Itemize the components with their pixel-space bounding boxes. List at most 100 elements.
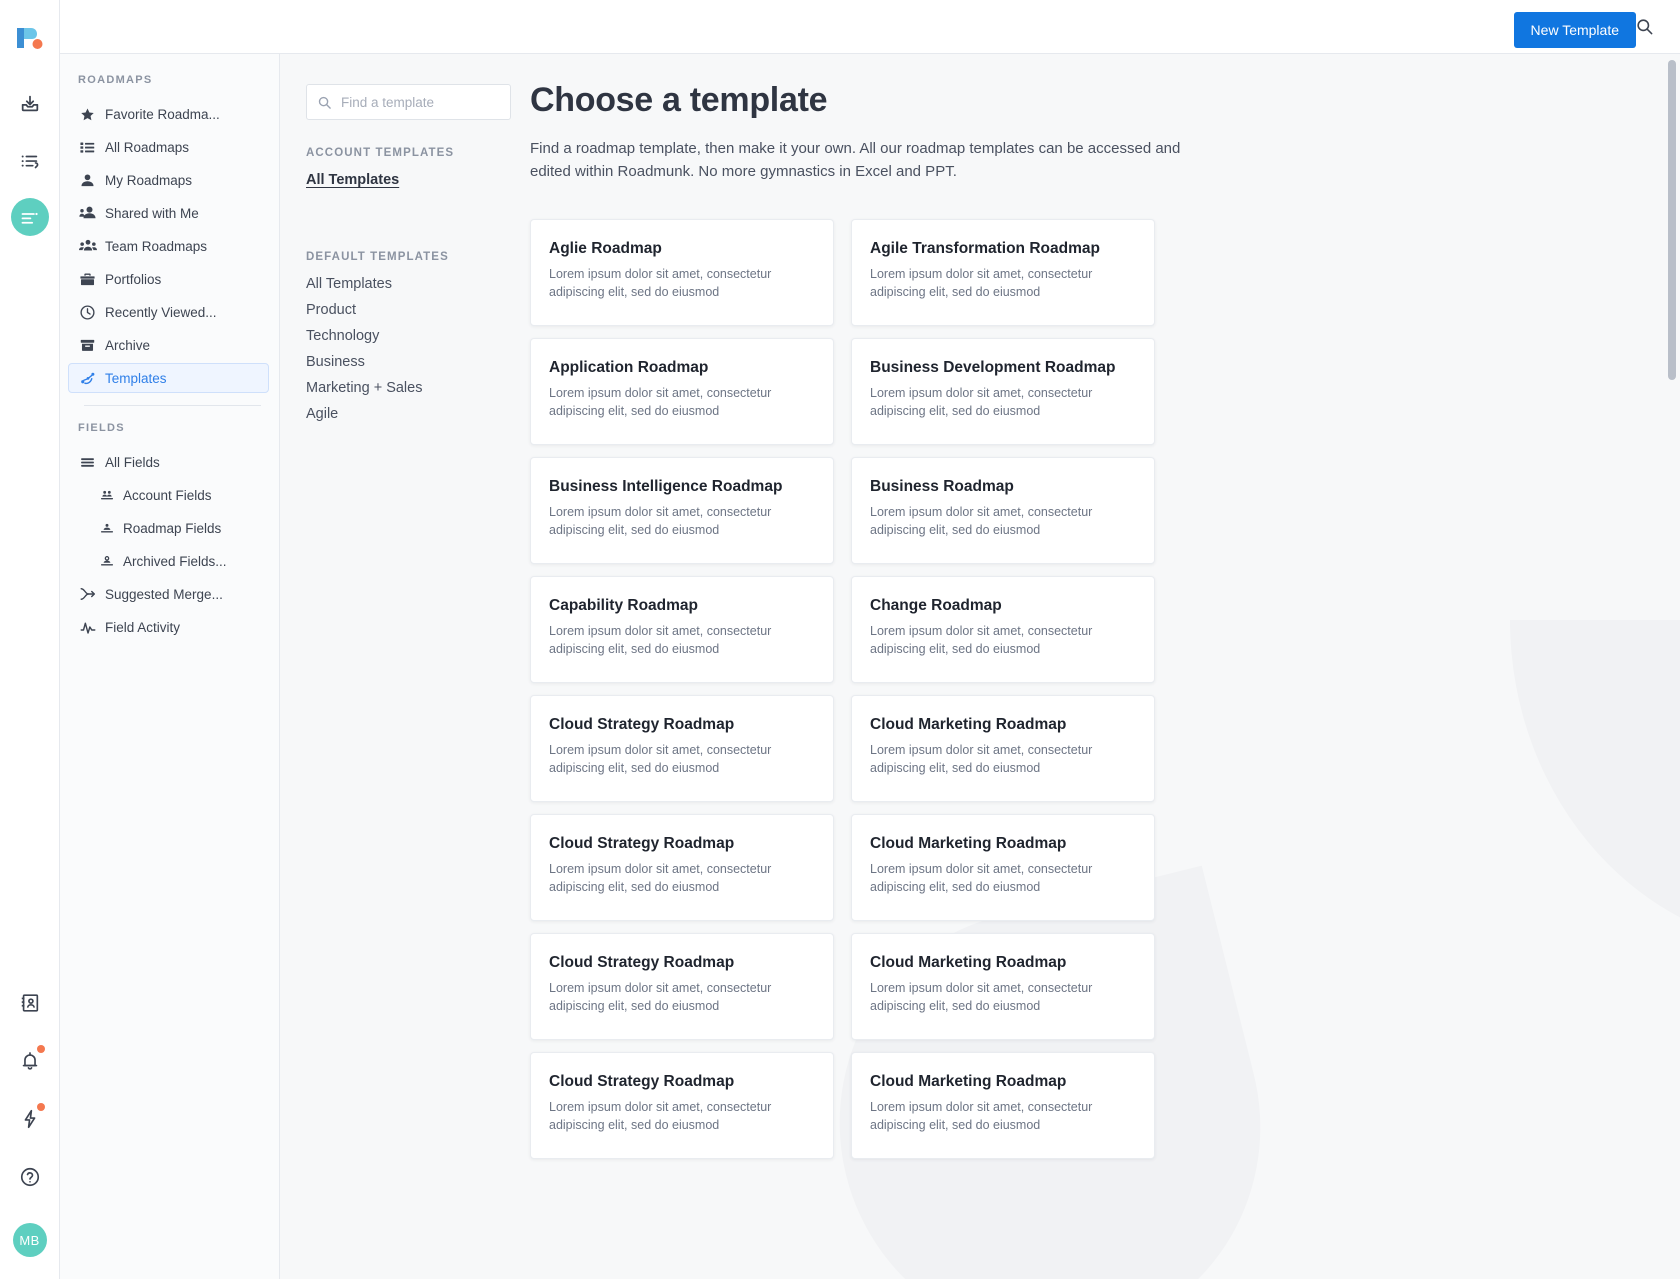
find-template-search[interactable] <box>306 84 511 120</box>
filter-agile[interactable]: Agile <box>306 406 338 422</box>
hamburger-lines-icon <box>79 454 105 471</box>
page-description: Find a roadmap template, then make it yo… <box>530 137 1202 184</box>
roadmunk-logo[interactable] <box>13 22 47 56</box>
sidebar-item-recently-viewed[interactable]: Recently Viewed... <box>68 297 269 327</box>
template-card-title: Business Roadmap <box>870 478 1134 496</box>
template-card[interactable]: Business Development Roadmap Lorem ipsum … <box>851 338 1155 445</box>
template-card[interactable]: Cloud Marketing RoadmapLorem ipsum dolor… <box>851 814 1155 921</box>
sidebar-item-label: All Fields <box>105 455 160 470</box>
filter-business[interactable]: Business <box>306 354 365 370</box>
icon-rail: MB <box>0 0 60 1279</box>
template-card-title: Change Roadmap <box>870 597 1134 615</box>
merge-arrow-icon <box>79 585 105 603</box>
help-circle-icon[interactable] <box>8 1155 52 1199</box>
new-template-button[interactable]: New Template <box>1514 12 1636 48</box>
templates-node-icon <box>79 369 105 387</box>
sidebar-item-label: Portfolios <box>105 272 161 287</box>
template-card-description: Lorem ipsum dolor sit amet, consectetur … <box>549 384 799 420</box>
content-columns: ACCOUNT TEMPLATES All Templates DEFAULT … <box>280 54 1680 1279</box>
sidebar-item-archive[interactable]: Archive <box>68 330 269 360</box>
lightning-bolt-icon[interactable] <box>8 1097 52 1141</box>
template-card-title: Capability Roadmap <box>549 597 813 615</box>
account-templates-heading: ACCOUNT TEMPLATES <box>306 147 530 159</box>
template-card[interactable]: Cloud Strategy RoadmapLorem ipsum dolor … <box>530 695 834 802</box>
sidebar-item-all-fields[interactable]: All Fields <box>68 447 269 477</box>
filter-marketing-sales[interactable]: Marketing + Sales <box>306 380 422 396</box>
search-input[interactable] <box>341 95 491 110</box>
inbox-download-icon[interactable] <box>8 82 52 126</box>
filter-technology[interactable]: Technology <box>306 328 379 344</box>
template-card[interactable]: Business Intelligence RoadmapLorem ipsum… <box>530 457 834 564</box>
sidebar-item-account-fields[interactable]: Account Fields <box>68 480 269 510</box>
template-card[interactable]: Application RoadmapLorem ipsum dolor sit… <box>530 338 834 445</box>
shared-person-icon <box>79 204 105 222</box>
template-card-title: Agile Transformation Roadmap <box>870 240 1134 258</box>
sidebar-section-fields: FIELDS <box>60 410 279 444</box>
template-card-description: Lorem ipsum dolor sit amet, consectetur … <box>870 860 1120 896</box>
template-card[interactable]: Cloud Marketing RoadmapLorem ipsum dolor… <box>851 1052 1155 1159</box>
template-card[interactable]: Cloud Strategy RoadmapLorem ipsum dolor … <box>530 814 834 921</box>
template-card[interactable]: Change Roadmap Lorem ipsum dolor sit amet… <box>851 576 1155 683</box>
roadmap-fields-icon <box>99 520 123 536</box>
sidebar-item-portfolios[interactable]: Portfolios <box>68 264 269 294</box>
roadmunk-logo-icon <box>13 22 47 56</box>
template-card[interactable]: Cloud Strategy Roadmap Lorem ipsum dolor … <box>530 933 834 1040</box>
template-card-description: Lorem ipsum dolor sit amet, consectetur … <box>870 265 1120 301</box>
sidebar-item-label: Archive <box>105 338 150 353</box>
template-card[interactable]: Business RoadmapLorem ipsum dolor sit am… <box>851 457 1155 564</box>
template-card-title: Cloud Marketing Roadmap <box>870 954 1134 972</box>
template-card[interactable]: Cloud Marketing Roadmap Lorem ipsum dolor… <box>851 933 1155 1040</box>
template-card[interactable]: Agile Transformation Roadmap Lorem ipsum … <box>851 219 1155 326</box>
sidebar-item-label: My Roadmaps <box>105 173 192 188</box>
address-book-icon[interactable] <box>8 981 52 1025</box>
template-card[interactable]: Aglie RoadmapLorem ipsum dolor sit amet,… <box>530 219 834 326</box>
sidebar-item-shared-with-me[interactable]: Shared with Me <box>68 198 269 228</box>
template-card-title: Cloud Strategy Roadmap <box>549 1073 813 1091</box>
sidebar-nav: ROADMAPS Favorite Roadma... All Roadmaps… <box>60 0 280 1279</box>
roadmap-lines-icon[interactable] <box>11 198 49 236</box>
template-card[interactable]: Capability Roadmap Lorem ipsum dolor sit … <box>530 576 834 683</box>
archived-fields-icon <box>99 553 123 569</box>
template-card-description: Lorem ipsum dolor sit amet, consectetur … <box>549 622 799 658</box>
template-card[interactable]: Cloud Marketing RoadmapLorem ipsum dolor… <box>851 695 1155 802</box>
template-card[interactable]: Cloud Strategy RoadmapLorem ipsum dolor … <box>530 1052 834 1159</box>
search-icon <box>317 95 332 110</box>
new-template-wrap: New Template <box>1514 12 1636 48</box>
template-card-title: Cloud Strategy Roadmap <box>549 954 813 972</box>
template-card-description: Lorem ipsum dolor sit amet, consectetur … <box>870 384 1120 420</box>
sidebar-item-team-roadmaps[interactable]: Team Roadmaps <box>68 231 269 261</box>
template-gallery: Choose a template Find a roadmap templat… <box>530 54 1680 1279</box>
filter-all-templates-default[interactable]: All Templates <box>306 276 392 292</box>
sidebar-item-my-roadmaps[interactable]: My Roadmaps <box>68 165 269 195</box>
bell-notification-badge <box>37 1045 45 1053</box>
filter-all-templates-account[interactable]: All Templates <box>306 172 399 188</box>
global-search-icon[interactable] <box>1635 17 1654 36</box>
avatar[interactable]: MB <box>13 1223 47 1257</box>
template-card-description: Lorem ipsum dolor sit amet, consectetur … <box>870 622 1120 658</box>
sidebar-item-roadmap-fields[interactable]: Roadmap Fields <box>68 513 269 543</box>
people-group-icon <box>79 237 105 255</box>
scrollbar-thumb[interactable] <box>1668 60 1676 380</box>
sidebar-item-favorite-roadmaps[interactable]: Favorite Roadma... <box>68 99 269 129</box>
template-card-grid: Aglie RoadmapLorem ipsum dolor sit amet,… <box>530 219 1650 1159</box>
template-card-title: Cloud Marketing Roadmap <box>870 1073 1134 1091</box>
sidebar-item-label: Team Roadmaps <box>105 239 207 254</box>
sidebar-item-archived-fields[interactable]: Archived Fields... <box>68 546 269 576</box>
briefcase-icon <box>79 271 105 288</box>
default-templates-heading: DEFAULT TEMPLATES <box>306 251 530 263</box>
sidebar-item-templates[interactable]: Templates <box>68 363 269 393</box>
template-card-title: Cloud Marketing Roadmap <box>870 716 1134 734</box>
template-card-description: Lorem ipsum dolor sit amet, consectetur … <box>549 979 799 1015</box>
sidebar-item-label: All Roadmaps <box>105 140 189 155</box>
sidebar-item-label: Templates <box>105 371 167 386</box>
bell-icon[interactable] <box>8 1039 52 1083</box>
sidebar-item-suggested-merges[interactable]: Suggested Merge... <box>68 579 269 609</box>
template-card-description: Lorem ipsum dolor sit amet, consectetur … <box>870 979 1120 1015</box>
sidebar-item-field-activity[interactable]: Field Activity <box>68 612 269 642</box>
sidebar-item-label: Suggested Merge... <box>105 587 223 602</box>
vertical-scrollbar[interactable] <box>1668 60 1676 1270</box>
list-reply-icon[interactable] <box>8 140 52 184</box>
sidebar-item-all-roadmaps[interactable]: All Roadmaps <box>68 132 269 162</box>
template-card-title: Business Development Roadmap <box>870 359 1134 377</box>
filter-product[interactable]: Product <box>306 302 356 318</box>
